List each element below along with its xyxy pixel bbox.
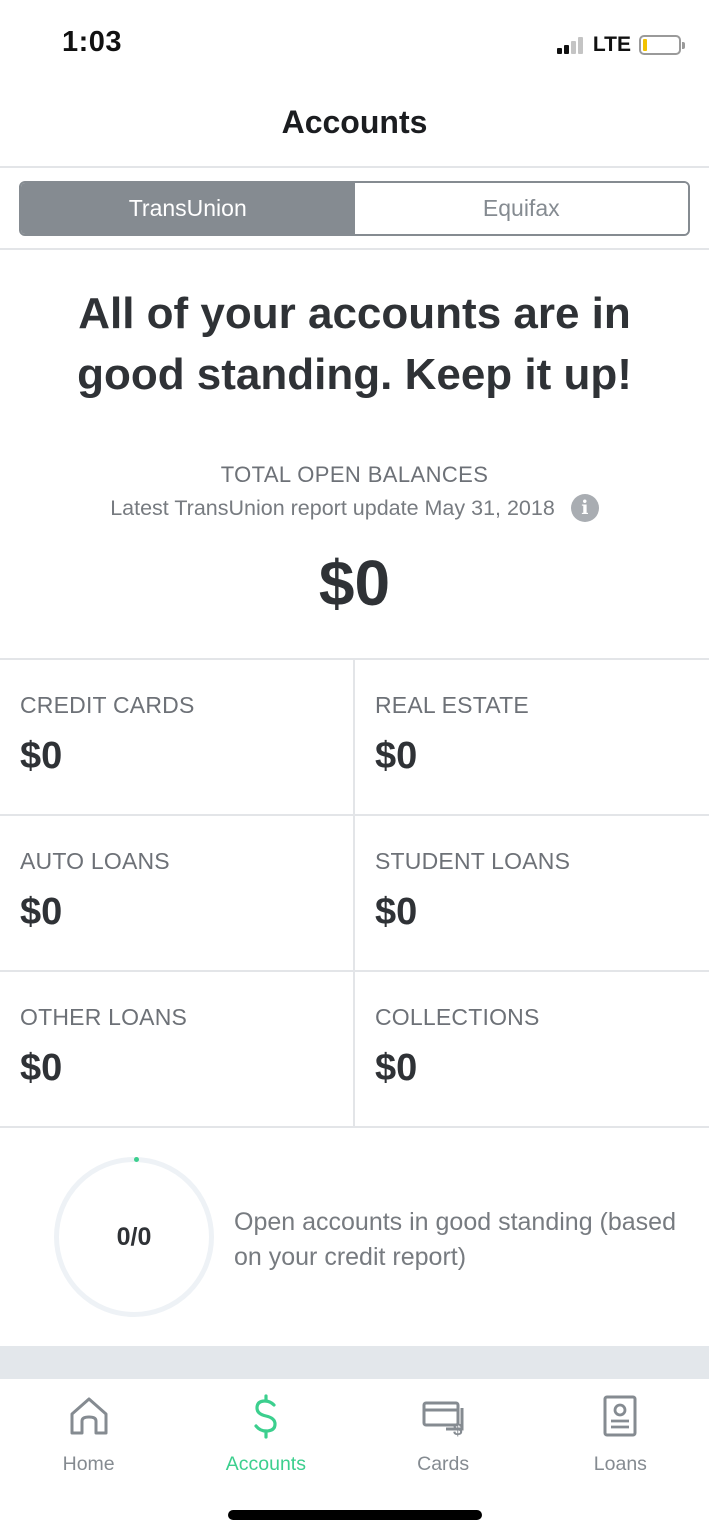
signal-strength-icon [556, 36, 585, 54]
tab-label: Cards [417, 1453, 470, 1475]
cards-icon: $ [422, 1401, 464, 1439]
progress-dot [134, 1157, 139, 1162]
standing-headline: All of your accounts are in good standin… [77, 289, 632, 399]
category-label: CREDIT CARDS [20, 692, 195, 718]
page-title: Accounts [281, 104, 428, 140]
segment-divider [0, 248, 709, 250]
section-separator [0, 1346, 709, 1379]
good-standing-summary: 0/0 Open accounts in good standing (base… [0, 1130, 709, 1345]
category-collections[interactable]: COLLECTIONS $0 [355, 972, 709, 1128]
category-credit-cards[interactable]: CREDIT CARDS $0 [0, 660, 355, 816]
category-label: OTHER LOANS [20, 1004, 188, 1030]
total-balance-amount: $0 [318, 547, 391, 619]
network-type: LTE [592, 33, 631, 56]
category-real-estate[interactable]: REAL ESTATE $0 [355, 660, 709, 816]
tab-loans[interactable]: Loans [532, 1379, 709, 1489]
battery-icon [639, 35, 685, 55]
category-value: $0 [375, 1047, 418, 1089]
tab-equifax[interactable]: Equifax [354, 183, 688, 234]
category-value: $0 [20, 1047, 63, 1089]
svg-text:$: $ [453, 1420, 463, 1439]
report-update-text: Latest TransUnion report update May 31, … [110, 495, 555, 520]
category-other-loans[interactable]: OTHER LOANS $0 [0, 972, 355, 1128]
tab-transunion[interactable]: TransUnion [21, 183, 355, 234]
status-bar: 1:03 LTE [0, 0, 709, 90]
report-update: Latest TransUnion report update May 31, … [0, 494, 709, 522]
standing-progress-ring: 0/0 [54, 1157, 214, 1317]
category-auto-loans[interactable]: AUTO LOANS $0 [0, 816, 355, 972]
nav-divider [0, 166, 709, 168]
dollar-icon [254, 1394, 277, 1439]
tab-label: Home [62, 1453, 115, 1475]
category-value: $0 [20, 735, 63, 777]
tab-label: Accounts [225, 1453, 306, 1475]
category-student-loans[interactable]: STUDENT LOANS $0 [355, 816, 709, 972]
status-indicators: LTE [556, 30, 685, 60]
home-icon [70, 1397, 108, 1435]
status-time: 1:03 [62, 26, 123, 58]
tab-home[interactable]: Home [0, 1379, 177, 1489]
total-balances-label: TOTAL OPEN BALANCES [220, 462, 489, 487]
tab-cards[interactable]: $ Cards [355, 1379, 532, 1489]
home-indicator[interactable] [228, 1510, 482, 1520]
tab-label: Loans [593, 1453, 647, 1475]
bureau-segmented-control: TransUnion Equifax [19, 181, 690, 236]
loans-icon [603, 1395, 637, 1437]
category-label: AUTO LOANS [20, 848, 170, 874]
category-label: COLLECTIONS [375, 1004, 540, 1030]
category-value: $0 [375, 891, 418, 933]
info-icon[interactable]: i [570, 494, 599, 522]
category-value: $0 [20, 891, 63, 933]
category-label: STUDENT LOANS [375, 848, 571, 874]
standing-description: Open accounts in good standing (based on… [234, 1208, 676, 1271]
tab-bar: Home Accounts $ Cards Loans [0, 1379, 709, 1489]
category-label: REAL ESTATE [375, 692, 529, 718]
category-value: $0 [375, 735, 418, 777]
balance-categories: CREDIT CARDS $0 REAL ESTATE $0 AUTO LOAN… [0, 658, 709, 1128]
tab-accounts[interactable]: Accounts [177, 1379, 354, 1489]
standing-ratio: 0/0 [116, 1222, 152, 1251]
